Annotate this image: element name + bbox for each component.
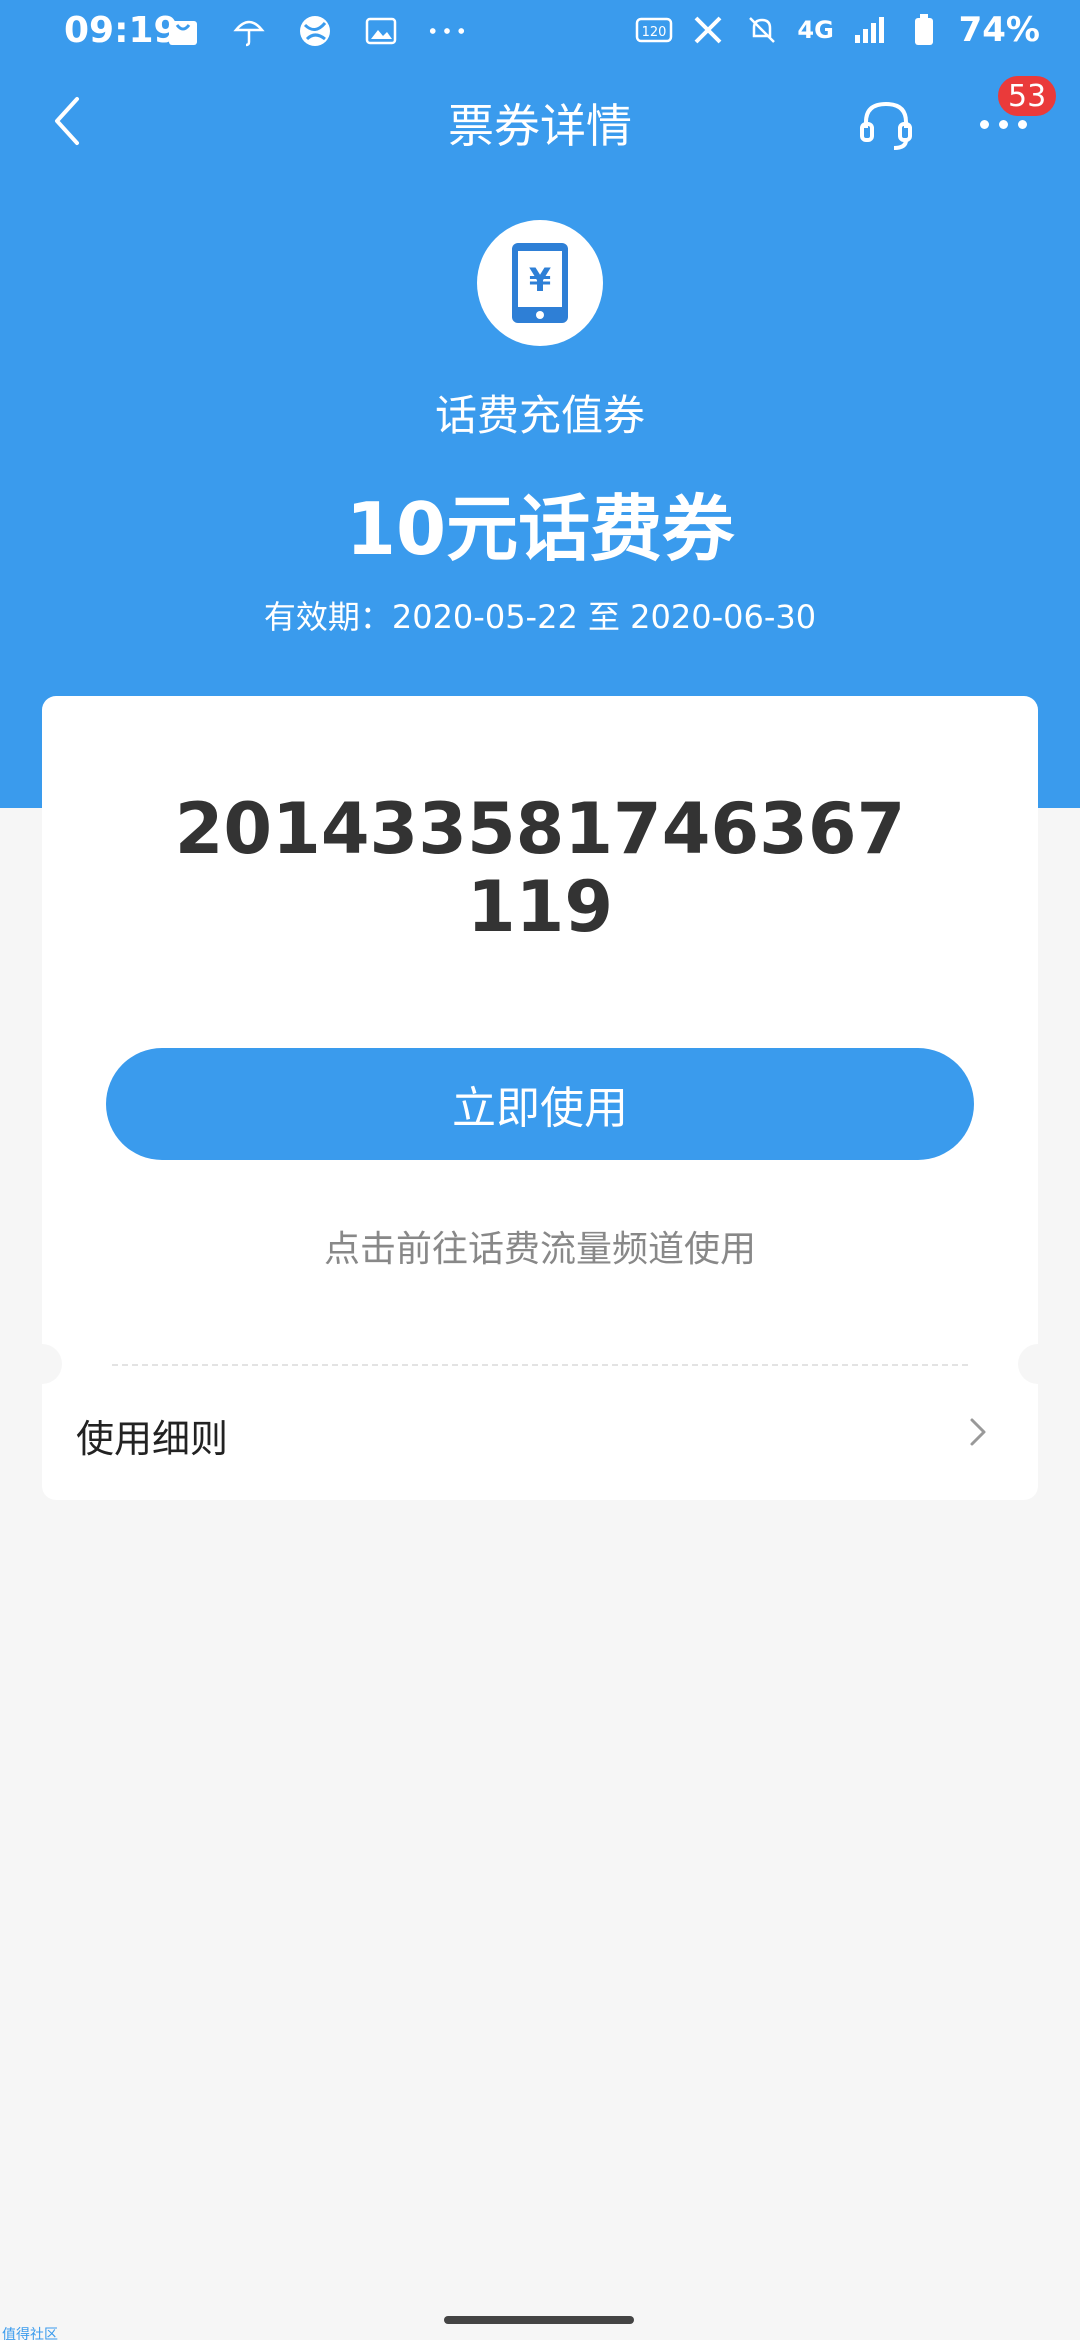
watermark: 值得社区 [2,2327,58,2340]
status-right-icons: 120 4G 74% [635,10,1040,50]
dashed-divider [112,1364,968,1366]
card-notch-right [1018,1344,1058,1384]
voucher-title: 10元话费券 [345,487,735,571]
customer-service-button[interactable] [856,94,916,154]
battery-icon [905,11,943,49]
nav-bar: 票券详情 53 [0,66,1080,176]
status-time: 09:19 [64,10,179,51]
more-dot-icon [998,119,1008,129]
voucher-type: 话费充值券 [434,391,645,440]
phone-yuan-icon: ¥ [512,243,568,323]
shopping-bag-icon [164,12,202,50]
more-dot-icon [979,119,989,129]
signal-icon [851,11,889,49]
home-indicator[interactable] [444,2316,634,2324]
voucher-icon-circle: ¥ [477,220,603,346]
more-dot-icon [1017,119,1027,129]
use-now-button[interactable]: 立即使用 [106,1048,974,1160]
more-dots-icon [428,12,466,50]
x-icon [689,11,727,49]
battery-percentage: 74% [958,10,1040,50]
globe-icon [296,12,334,50]
svg-text:¥: ¥ [529,261,551,299]
image-icon [362,12,400,50]
notification-badge: 53 [996,74,1059,118]
umbrella-icon [230,12,268,50]
voucher-validity: 有效期：2020-05-22 至 2020-06-30 [263,598,817,636]
card-notch-left [22,1344,62,1384]
svg-text:120: 120 [641,25,666,40]
usage-rules-row[interactable]: 使用细则 [42,1386,1038,1476]
use-hint: 点击前往话费流量频道使用 [323,1229,756,1270]
headset-icon [860,101,912,150]
voucher-code: 201433581746367119 [174,788,906,948]
voucher-card: 201433581746367119 立即使用 点击前往话费流量频道使用 使用细… [22,696,1058,1500]
hd-icon: 120 [635,11,673,49]
status-bar: 09:19 120 4G 74% [0,0,1080,66]
chevron-right-icon [970,1418,986,1446]
screen: 09:19 120 4G 74% 票券详情 53 ¥ 话费充值券 10元话费券 … [0,0,1080,2340]
network-4g-icon: 4G [797,16,834,44]
usage-rules-label: 使用细则 [76,1417,229,1461]
status-left-icons [164,12,466,50]
mute-icon [743,11,781,49]
page-title: 票券详情 [448,99,632,153]
